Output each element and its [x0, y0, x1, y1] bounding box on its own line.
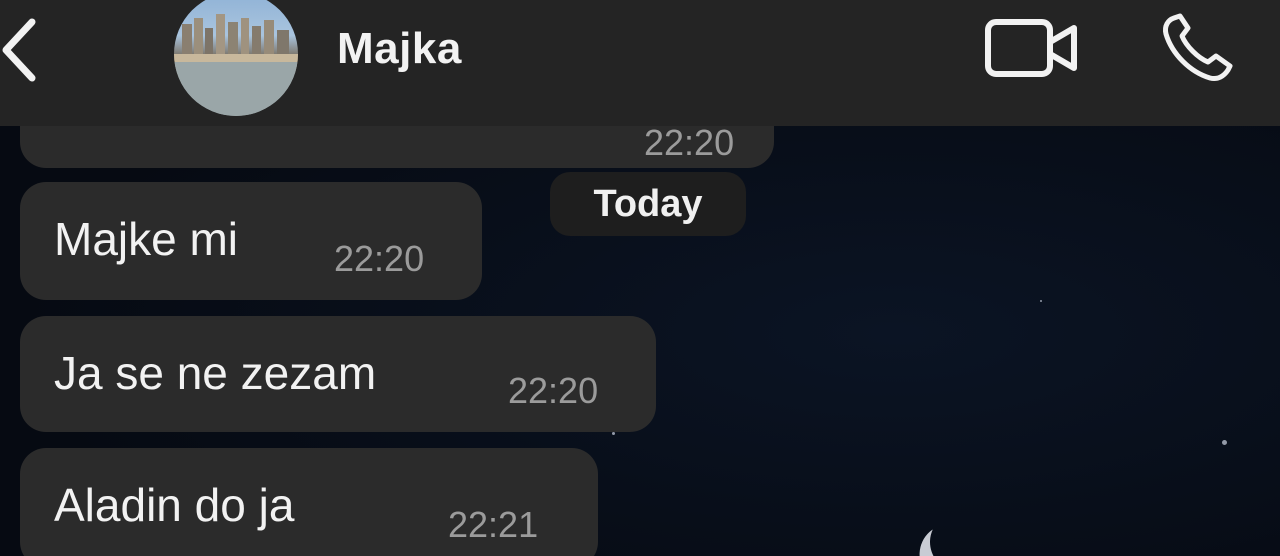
video-call-button[interactable]	[984, 16, 1080, 80]
date-separator: Today	[550, 172, 746, 236]
back-button[interactable]	[0, 14, 44, 84]
chat-screen: Majka 22:20 Today Majke mi 22:20 Ja se n…	[0, 0, 1280, 556]
message-time: 22:20	[508, 370, 599, 411]
voice-call-button[interactable]	[1160, 12, 1236, 84]
chat-header: Majka	[0, 0, 1280, 126]
video-camera-icon	[985, 19, 1077, 77]
message-time: 22:20	[644, 122, 735, 163]
contact-name[interactable]: Majka	[337, 24, 462, 74]
message-time: 22:20	[334, 238, 425, 279]
contact-avatar[interactable]	[174, 0, 298, 116]
message-bubble[interactable]: Ja se ne zezam 22:20	[20, 316, 656, 432]
chevron-left-icon	[2, 18, 36, 82]
message-text: Aladin do ja	[54, 479, 295, 531]
message-text: Majke mi	[54, 213, 239, 265]
background-moon	[922, 504, 999, 556]
message-time: 22:21	[448, 504, 539, 545]
background-star	[1040, 300, 1042, 302]
background-star	[1222, 440, 1227, 445]
avatar-image	[174, 14, 298, 116]
message-bubble[interactable]: Aladin do ja 22:21	[20, 448, 598, 556]
background-star	[612, 432, 615, 435]
message-text: Ja se ne zezam	[54, 347, 377, 399]
message-bubble[interactable]: Majke mi 22:20	[20, 182, 482, 300]
phone-icon	[1163, 13, 1233, 81]
